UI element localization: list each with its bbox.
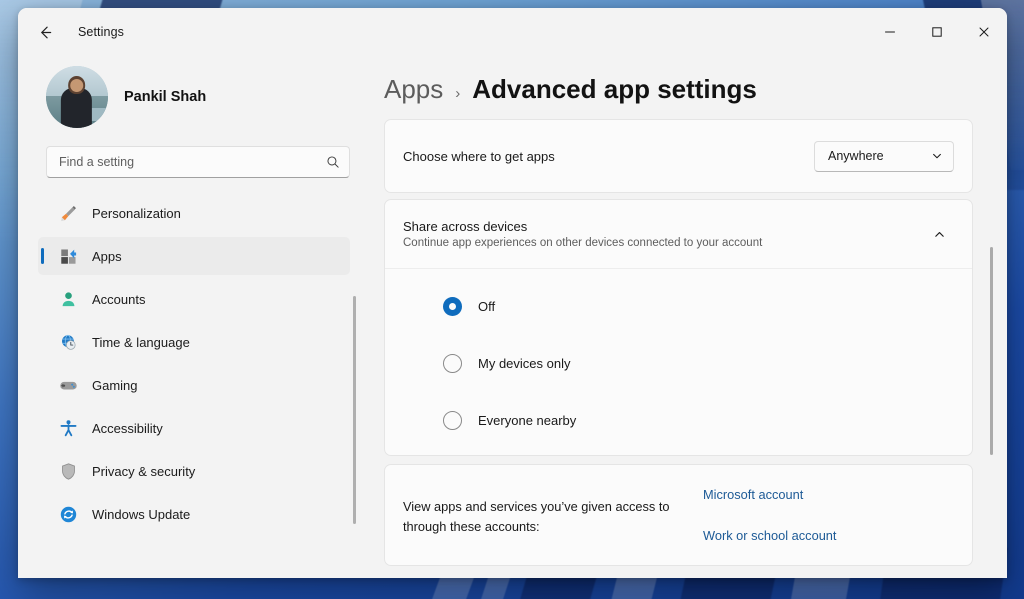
titlebar-drag-region [124, 8, 866, 56]
content-scroll-region: Choose where to get apps Anywhere Share … [384, 119, 1007, 578]
shield-icon [58, 461, 78, 481]
sidebar-item-gaming[interactable]: Gaming [38, 366, 350, 404]
page-title: Advanced app settings [472, 74, 757, 104]
avatar [46, 66, 108, 128]
radio-indicator[interactable] [443, 410, 462, 430]
chevron-up-icon[interactable] [924, 219, 954, 249]
content-scrollbar[interactable] [990, 247, 993, 455]
main-content: Apps › Advanced app settings Choose wher… [370, 56, 1007, 578]
share-across-devices-subtitle: Continue app experiences on other device… [403, 237, 763, 249]
back-arrow-icon [40, 26, 51, 38]
sidebar-item-privacy-security[interactable]: Privacy & security [38, 452, 350, 490]
clock-globe-icon [58, 332, 78, 352]
sidebar-item-label: Windows Update [92, 506, 191, 522]
sidebar-item-time-language[interactable]: Time & language [38, 323, 350, 361]
settings-window: Settings Pankil Shah Find a setting Pers… [18, 8, 1007, 578]
sidebar-item-label: Gaming [92, 377, 138, 393]
window-title: Settings [78, 25, 124, 39]
dropdown-value: Anywhere [828, 149, 884, 163]
desktop-background: Settings Pankil Shah Find a setting Pers… [0, 0, 1024, 599]
search-icon[interactable] [326, 155, 340, 169]
sidebar-scrollbar[interactable] [353, 296, 356, 524]
account-summary[interactable]: Pankil Shah [18, 56, 370, 142]
choose-where-dropdown[interactable]: Anywhere [814, 140, 954, 172]
radio-indicator[interactable] [443, 353, 462, 373]
breadcrumb-parent[interactable]: Apps [384, 74, 443, 105]
sidebar-item-label: Personalization [92, 205, 181, 221]
choose-where-card: Choose where to get apps Anywhere [384, 119, 973, 193]
person-icon [58, 289, 78, 309]
gamepad-icon [58, 375, 78, 395]
window-controls [866, 8, 1007, 56]
sidebar: Pankil Shah Find a setting Personalizati… [18, 56, 370, 578]
sidebar-item-windows-update[interactable]: Windows Update [38, 495, 350, 533]
share-across-devices-title: Share across devices [403, 219, 528, 234]
share-mode-radio-group: Off My devices only Everyone nearby [385, 269, 972, 455]
search-container [18, 142, 370, 188]
accounts-access-links: Microsoft account Work or school account [703, 485, 836, 543]
apps-grid-icon [58, 246, 78, 266]
sidebar-item-accounts[interactable]: Accounts [38, 280, 350, 318]
radio-option-off[interactable]: Off [385, 289, 972, 323]
accounts-access-description: View apps and services you’ve given acce… [403, 499, 670, 534]
sidebar-item-label: Time & language [92, 334, 190, 350]
paintbrush-icon [58, 203, 78, 223]
radio-indicator[interactable] [443, 296, 462, 316]
accessibility-person-icon [58, 418, 78, 438]
sidebar-nav: Personalization Apps Accounts Time & lan… [18, 188, 370, 578]
close-button[interactable] [960, 8, 1007, 56]
sync-refresh-icon [58, 504, 78, 524]
search-input[interactable] [59, 155, 326, 169]
chevron-down-icon [931, 150, 943, 162]
sidebar-item-label: Apps [92, 248, 122, 264]
search-box[interactable] [46, 146, 350, 178]
accounts-access-row: View apps and services you’ve given acce… [385, 465, 972, 565]
work-or-school-account-link[interactable]: Work or school account [703, 528, 836, 543]
breadcrumb-separator-icon: › [455, 85, 461, 102]
radio-label: Off [478, 298, 496, 314]
sidebar-item-personalization[interactable]: Personalization [38, 194, 350, 232]
share-across-devices-header[interactable]: Share across devices Continue app experi… [385, 200, 972, 268]
radio-label: Everyone nearby [478, 412, 577, 428]
sidebar-item-apps[interactable]: Apps [38, 237, 350, 275]
window-body: Pankil Shah Find a setting Personalizati… [18, 56, 1007, 578]
choose-where-row: Choose where to get apps Anywhere [385, 120, 972, 192]
radio-option-my-devices-only[interactable]: My devices only [385, 346, 972, 380]
radio-option-everyone-nearby[interactable]: Everyone nearby [385, 403, 972, 437]
choose-where-label: Choose where to get apps [403, 148, 555, 164]
sidebar-item-accessibility[interactable]: Accessibility [38, 409, 350, 447]
window-titlebar: Settings [18, 8, 1007, 56]
share-across-devices-card: Share across devices Continue app experi… [384, 199, 973, 456]
maximize-button[interactable] [913, 8, 960, 56]
radio-label: My devices only [478, 355, 571, 371]
accounts-access-card: View apps and services you’ve given acce… [384, 464, 973, 566]
account-name: Pankil Shah [124, 89, 207, 105]
microsoft-account-link[interactable]: Microsoft account [703, 487, 836, 502]
maximize-icon [931, 27, 942, 37]
minimize-button[interactable] [866, 8, 913, 56]
breadcrumb: Apps › Advanced app settings [384, 56, 1007, 119]
sidebar-item-label: Privacy & security [92, 463, 196, 479]
close-icon [979, 27, 988, 37]
sidebar-item-label: Accessibility [92, 420, 163, 436]
minimize-icon [884, 31, 895, 33]
sidebar-item-label: Accounts [92, 291, 146, 307]
back-button[interactable] [28, 15, 62, 49]
